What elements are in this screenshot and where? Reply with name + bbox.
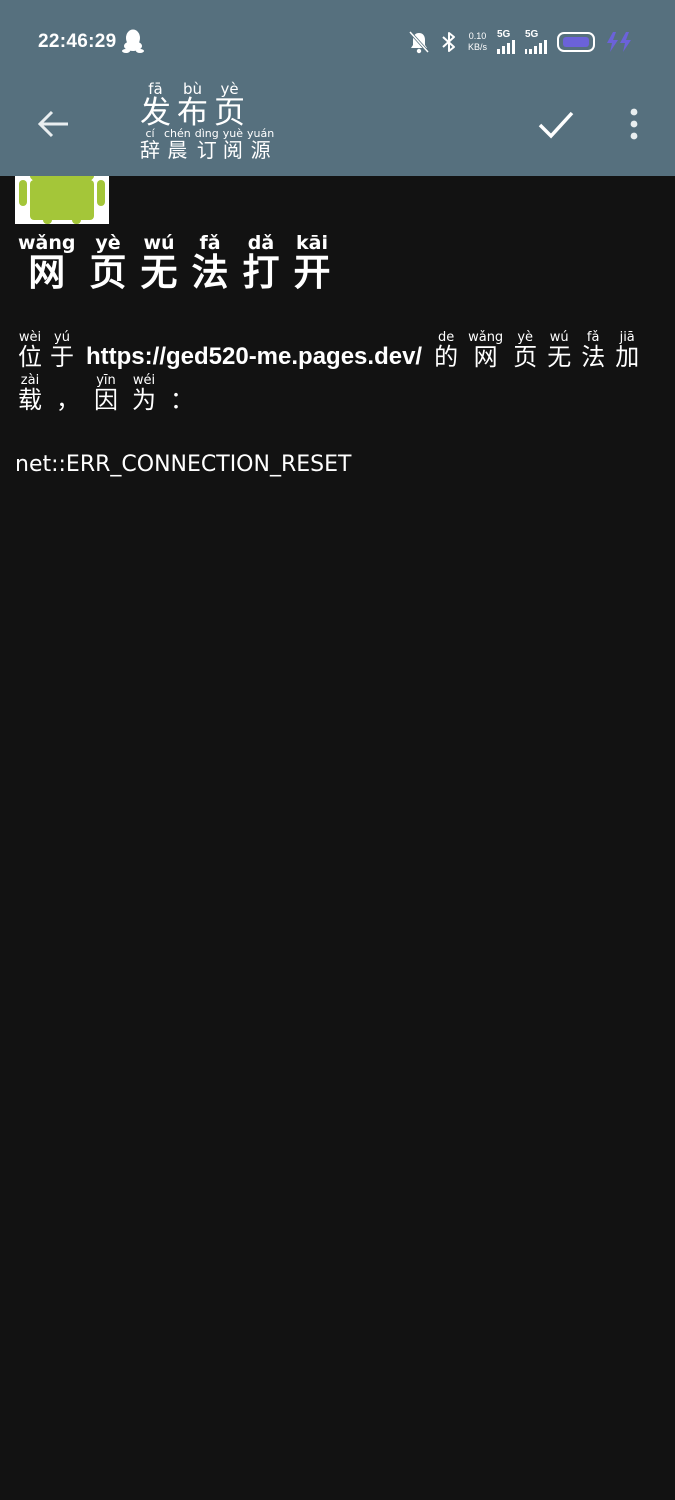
heading-hanzi: 法 xyxy=(191,251,229,294)
status-time: 22:46:29 xyxy=(38,31,117,52)
heading-char: fǎ 法 xyxy=(192,234,229,293)
message-char: wéi 为 xyxy=(132,374,156,413)
error-message: wèi 位 yú 于 https://ged520-me.pages.dev/ de 的… xyxy=(18,331,658,413)
subtitle-char: yuán 源 xyxy=(247,128,274,161)
battery-icon xyxy=(557,32,595,52)
subtitle-hanzi: 晨 xyxy=(167,138,188,162)
message-hanzi: ： xyxy=(170,386,194,414)
message-char: ， xyxy=(56,374,80,413)
bluetooth-icon xyxy=(442,32,455,52)
top-bar: 22:46:29 0.10 KB/s 5G 5G fā 发 bù 布 yè 页 … xyxy=(0,0,675,176)
net-speed-value: 0.10 xyxy=(468,31,487,41)
net-speed-unit: KB/s xyxy=(467,42,487,52)
message-hanzi: 加 xyxy=(615,343,640,371)
error-code: net::ERR_CONNECTION_RESET xyxy=(15,452,352,477)
page-url[interactable]: https://ged520-me.pages.dev/ xyxy=(86,344,422,370)
status-icons: 0.10 KB/s 5G 5G xyxy=(408,26,635,58)
message-char: wǎng 网 xyxy=(468,331,503,370)
app-bar-titles: fā 发 bù 布 yè 页 cí 辞 chén 晨 dìng 订 yuè 阅 yuán 源 xyxy=(140,82,274,162)
subtitle-hanzi: 辞 xyxy=(140,138,160,162)
subtitle-char: cí 辞 xyxy=(140,128,160,161)
message-hanzi: 载 xyxy=(18,386,42,414)
heading-char: wú 无 xyxy=(141,234,178,293)
message-char: yè 页 xyxy=(513,331,537,370)
heading-hanzi: 无 xyxy=(140,251,178,294)
signal-bars-icon xyxy=(525,40,547,54)
message-char: zài 载 xyxy=(18,374,42,413)
message-char: de 的 xyxy=(434,331,458,370)
heading-hanzi: 网 xyxy=(28,251,66,294)
subtitle-hanzi: 阅 xyxy=(222,138,243,162)
signal-bars-icon xyxy=(497,40,515,54)
message-hanzi: 无 xyxy=(547,343,572,371)
heading-hanzi: 打 xyxy=(242,251,280,294)
message-hanzi: 因 xyxy=(94,386,118,414)
sim2-signal: 5G xyxy=(525,30,547,54)
page-title: fā 发 bù 布 yè 页 xyxy=(140,82,274,130)
check-icon[interactable] xyxy=(536,104,576,144)
message-hanzi: 于 xyxy=(50,343,74,371)
subtitle-char: chén 晨 xyxy=(164,128,191,161)
heading-char: kāi 开 xyxy=(294,234,331,293)
subtitle-char: yuè 阅 xyxy=(223,128,243,161)
message-hanzi: 位 xyxy=(18,343,42,371)
title-hanzi: 发 xyxy=(140,95,171,131)
message-hanzi: 的 xyxy=(434,343,459,371)
charging-icon xyxy=(607,32,631,52)
message-hanzi: ， xyxy=(56,386,80,414)
message-char: ： xyxy=(170,374,194,413)
message-char: wèi 位 xyxy=(18,331,42,370)
subtitle-char: dìng 订 xyxy=(195,128,219,161)
error-heading: wǎng 网 yè 页 wú 无 fǎ 法 dǎ 打 kāi 开 xyxy=(18,234,331,293)
message-char: fǎ 法 xyxy=(581,331,605,370)
sim1-signal: 5G xyxy=(497,30,515,54)
status-bar: 22:46:29 0.10 KB/s 5G 5G xyxy=(0,0,675,80)
message-char: yú 于 xyxy=(50,331,74,370)
app-bar: fā 发 bù 布 yè 页 cí 辞 chén 晨 dìng 订 yuè 阅 yuán 源 xyxy=(0,80,675,176)
subtitle-hanzi: 源 xyxy=(250,138,271,162)
message-hanzi: 法 xyxy=(581,343,606,371)
heading-char: yè 页 xyxy=(90,234,127,293)
title-char: bù 布 xyxy=(177,82,208,130)
android-icon xyxy=(15,176,109,224)
title-hanzi: 布 xyxy=(177,95,208,131)
message-hanzi: 网 xyxy=(473,343,498,371)
subtitle-hanzi: 订 xyxy=(196,138,217,162)
title-char: fā 发 xyxy=(140,82,171,130)
sim1-label: 5G xyxy=(497,29,511,40)
heading-hanzi: 页 xyxy=(89,251,127,294)
message-hanzi: 为 xyxy=(132,386,156,414)
page-subtitle: cí 辞 chén 晨 dìng 订 yuè 阅 yuán 源 xyxy=(140,128,274,161)
message-hanzi: 页 xyxy=(513,343,538,371)
heading-hanzi: 开 xyxy=(293,251,331,294)
message-char: wú 无 xyxy=(547,331,571,370)
message-char: jiā 加 xyxy=(615,331,639,370)
back-arrow-icon[interactable] xyxy=(34,104,74,144)
title-hanzi: 页 xyxy=(214,95,245,131)
message-char: yīn 因 xyxy=(94,374,118,413)
qq-icon xyxy=(122,29,144,53)
sim2-label: 5G xyxy=(525,29,539,40)
heading-char: wǎng 网 xyxy=(18,234,76,293)
net-speed: 0.10 KB/s xyxy=(468,31,487,53)
heading-char: dǎ 打 xyxy=(243,234,280,293)
title-char: yè 页 xyxy=(214,82,245,130)
more-vert-icon[interactable] xyxy=(620,104,648,144)
bell-off-icon xyxy=(408,30,430,54)
